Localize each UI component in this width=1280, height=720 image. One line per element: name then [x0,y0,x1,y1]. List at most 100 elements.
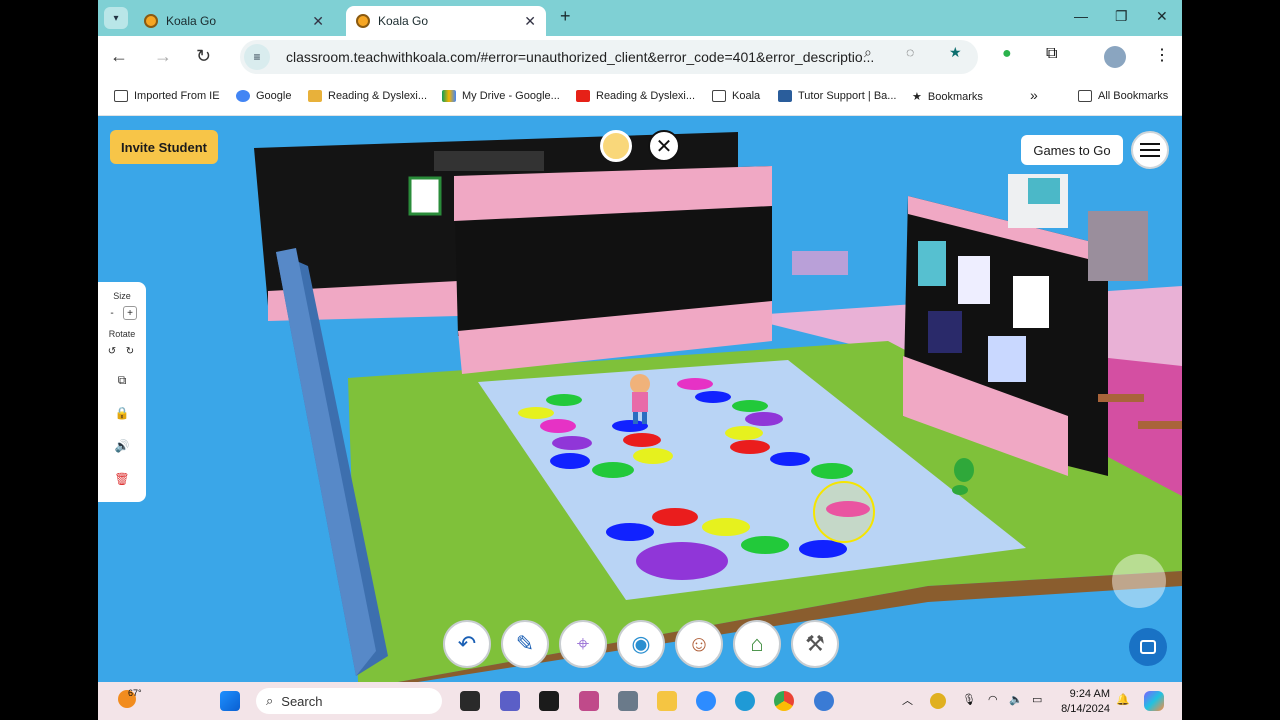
app-icon[interactable] [814,691,834,711]
star-icon: ★ [912,91,922,103]
profile-avatar[interactable] [1104,46,1126,68]
search-placeholder: Search [281,693,323,709]
games-to-go-button[interactable]: Games to Go [1021,135,1123,165]
new-tab-button[interactable]: + [560,6,571,27]
duplicate-icon[interactable]: ⧉ [112,370,132,390]
bookmark-koala[interactable]: Koala [712,90,760,102]
edge-icon[interactable] [735,691,755,711]
bookmark-label: Koala [732,90,761,102]
site-info-icon[interactable]: ≡ [244,44,270,70]
kebab-menu-icon[interactable]: ⋮ [1154,45,1170,65]
zoom-icon[interactable]: ⌕ [864,44,872,61]
minimize-icon[interactable]: — [1074,8,1088,24]
bookmarks-overflow-icon[interactable]: » [1030,87,1038,103]
build-button[interactable]: ⌂ [733,620,781,668]
back-arrow-icon[interactable]: ← [110,46,128,67]
poster-card [408,176,442,216]
focus-button[interactable]: ⌖ [559,620,607,668]
extensions-puzzle-icon[interactable]: ⧉ [1046,45,1057,63]
game-viewport[interactable]: Invite Student ✕ Games to Go Size - + Ro… [98,116,1182,682]
tab-search-button[interactable]: ▾ [104,7,128,29]
tab-koala-go-2[interactable]: Koala Go ✕ [346,6,546,36]
file-explorer-icon[interactable] [657,691,677,711]
restore-icon[interactable]: ❐ [1115,8,1128,25]
wifi-icon[interactable]: ◠ [988,693,998,706]
bookmark-imported-from-ie[interactable]: Imported From IE [114,90,220,102]
microphone-icon[interactable]: 🎙 [962,693,976,706]
bookmark-all-bookmarks[interactable]: All Bookmarks [1078,90,1168,102]
task-view-icon[interactable] [460,691,480,711]
cursor-highlight [813,481,875,543]
close-object-button[interactable]: ✕ [648,130,680,162]
bookmark-tutor-support[interactable]: Tutor Support | Ba... [778,90,896,102]
chrome-icon[interactable] [774,691,794,711]
sound-icon[interactable]: 🔊 [112,436,132,456]
eye-slash-icon[interactable]: ◌ [906,44,914,60]
size-increase-button[interactable]: + [123,306,137,320]
avatar-button[interactable]: ☺ [675,620,723,668]
chat-support-button[interactable] [1129,628,1167,666]
zoom-app-icon[interactable] [696,691,716,711]
browser-toolbar: ← → ↻ ≡ classroom.teachwithkoala.com/#er… [98,36,1182,78]
clock-time[interactable]: 9:24 AM [1058,688,1110,700]
hamburger-menu-button[interactable] [1131,131,1169,169]
battery-icon[interactable]: ▭ [1032,693,1042,706]
chat-icon [1140,640,1156,654]
extension-green-icon[interactable]: ● [1002,45,1012,63]
show-hidden-icons-icon[interactable]: ︿ [902,692,913,708]
cupboard-game-5 [988,336,1026,382]
poster-banner [434,151,544,171]
notification-bell-icon[interactable]: 🔔 [1116,693,1130,706]
picnic-table-2 [1138,421,1182,429]
volume-icon[interactable]: 🔈 [1009,693,1023,706]
world-badge-icon[interactable] [600,130,632,162]
size-decrease-button[interactable]: - [105,306,119,320]
url-text[interactable]: classroom.teachwithkoala.com/#error=unau… [286,49,874,65]
settings-gear-icon[interactable] [618,691,638,711]
view-button[interactable]: ◉ [617,620,665,668]
size-label: Size [113,291,131,301]
bookmark-reading-dyslexia-2[interactable]: Reading & Dyslexi... [576,90,695,102]
bookmark-my-drive[interactable]: My Drive - Google... [442,90,560,102]
windows-taskbar: 67° ⌕ Search ︿ 🎙 ◠ 🔈 ▭ 9:24 AM 8/14/2024… [98,682,1182,720]
pencil-button[interactable]: ✎ [501,620,549,668]
folder-icon [114,90,128,102]
bookmark-star-icon[interactable]: ★ [949,44,962,61]
rotate-right-icon[interactable]: ↻ [123,344,137,358]
close-tab-icon[interactable]: ✕ [312,13,324,30]
tray-app-icon[interactable] [930,693,946,709]
copilot-icon[interactable] [1144,691,1164,711]
bookmark-label: Reading & Dyslexi... [328,90,428,102]
game-scene[interactable] [98,116,1182,682]
run-action-button[interactable] [1112,554,1166,608]
close-tab-icon[interactable]: ✕ [524,13,536,30]
shovel-button[interactable]: ⚒ [791,620,839,668]
forward-arrow-icon[interactable]: → [154,46,172,67]
windows-start-icon[interactable] [220,691,240,711]
shovel-icon: ⚒ [805,631,825,656]
reload-icon[interactable]: ↻ [196,46,211,67]
clock-date[interactable]: 8/14/2024 [1056,703,1110,715]
lock-icon[interactable]: 🔒 [112,403,132,423]
google-icon [236,90,250,102]
focus-icon: ⌖ [576,631,590,656]
speedometer-icon[interactable] [539,691,559,711]
bookmark-google[interactable]: Google [236,90,291,102]
window-close-icon[interactable]: ✕ [1156,8,1168,25]
bookmark-reading-dyslexia-1[interactable]: Reading & Dyslexi... [308,90,427,102]
bookmark-label: Bookmarks [927,90,983,103]
tab-koala-go-1[interactable]: Koala Go ✕ [134,6,334,36]
teams-icon[interactable] [500,691,520,711]
bookmark-icon [308,90,322,102]
folder-icon [712,90,726,102]
taskbar-search-box[interactable]: ⌕ Search [256,688,442,714]
undo-button[interactable]: ↶ [443,620,491,668]
snipping-tool-icon[interactable] [579,691,599,711]
eye-icon: ◉ [631,631,651,656]
trash-icon[interactable]: 🗑 [112,469,132,489]
folder-icon [1078,90,1092,102]
bookmark-bookmarks[interactable]: ★ Bookmarks [912,90,983,104]
rotate-left-icon[interactable]: ↺ [105,344,119,358]
bookmark-icon [778,90,792,102]
invite-student-button[interactable]: Invite Student [110,130,218,164]
